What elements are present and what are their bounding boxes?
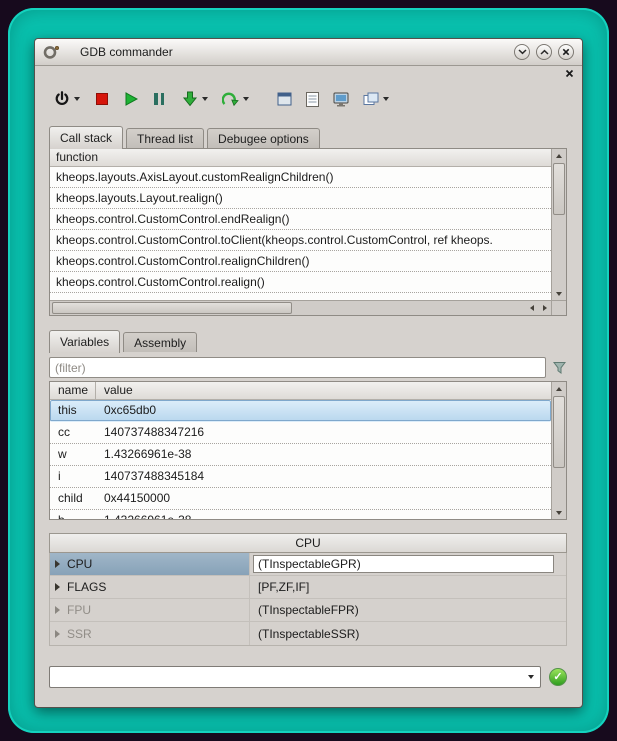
step-into-button[interactable]: [179, 87, 211, 111]
variable-row[interactable]: this 0xc65db0: [50, 400, 551, 422]
dock-close-button[interactable]: [563, 67, 576, 80]
expander-icon[interactable]: [55, 583, 60, 591]
variable-row[interactable]: w 1.43266961e-38: [50, 444, 551, 466]
combo-dropdown-button[interactable]: [522, 675, 540, 679]
callstack-column-header[interactable]: function: [50, 149, 551, 167]
expander-icon[interactable]: [55, 606, 60, 614]
tab-call-stack[interactable]: Call stack: [49, 126, 123, 149]
callstack-horizontal-scrollbar[interactable]: [50, 300, 551, 315]
titlebar: GDB commander: [35, 39, 582, 66]
variable-row[interactable]: child 0x44150000: [50, 488, 551, 510]
cpu-row[interactable]: FLAGS [PF,ZF,IF]: [50, 576, 566, 599]
step-over-dropdown-icon[interactable]: [243, 97, 249, 101]
dock-content: Call stack Thread list Debugee options f…: [35, 117, 582, 707]
variable-row[interactable]: cc 140737488347216: [50, 422, 551, 444]
cpu-row[interactable]: CPU (TInspectableGPR): [50, 553, 566, 576]
filter-input[interactable]: [49, 357, 546, 378]
callstack-row[interactable]: kheops.control.CustomControl.realign(): [50, 272, 551, 293]
variable-row[interactable]: b 1.43266961e-38: [50, 510, 551, 519]
minimize-button[interactable]: [514, 44, 530, 60]
variables-tabbar: Variables Assembly: [49, 330, 567, 352]
monitor-button[interactable]: [330, 87, 352, 111]
gdb-commander-window: GDB commander: [34, 38, 583, 708]
tab-assembly[interactable]: Assembly: [123, 332, 197, 352]
chevron-up-icon: [540, 49, 549, 55]
callstack-list: kheops.layouts.AxisLayout.customRealignC…: [50, 167, 551, 300]
step-into-icon: [182, 91, 198, 107]
variables-vertical-scrollbar[interactable]: [551, 382, 566, 519]
maximize-button[interactable]: [536, 44, 552, 60]
command-input[interactable]: [50, 668, 522, 686]
call-stack-panel: function kheops.layouts.AxisLayout.custo…: [49, 148, 567, 316]
run-icon: [124, 92, 138, 106]
callstack-row[interactable]: kheops.control.CustomControl.toClient(kh…: [50, 230, 551, 251]
tab-variables[interactable]: Variables: [49, 330, 120, 353]
scroll-up-button[interactable]: [552, 149, 566, 162]
scroll-right-button[interactable]: [538, 301, 551, 314]
window-title: GDB commander: [80, 45, 173, 59]
step-over-icon: [222, 92, 239, 107]
column-header-name[interactable]: name: [50, 382, 96, 399]
power-dropdown-icon[interactable]: [74, 97, 80, 101]
callstack-row[interactable]: kheops.control.CustomControl.realignChil…: [50, 251, 551, 272]
screenshot-frame: GDB commander: [8, 8, 609, 733]
stop-button[interactable]: [93, 87, 111, 111]
stop-icon: [96, 93, 108, 105]
chevron-down-icon: [528, 675, 534, 679]
frame-view-button[interactable]: [274, 87, 295, 111]
monitor-icon: [333, 92, 349, 107]
app-icon: [43, 44, 60, 60]
scroll-down-button[interactable]: [552, 287, 566, 300]
scroll-left-button[interactable]: [525, 301, 538, 314]
chevron-down-icon: [518, 49, 527, 55]
step-over-button[interactable]: [219, 87, 252, 111]
power-icon: [54, 91, 70, 107]
pause-icon: [154, 93, 164, 105]
power-button[interactable]: [51, 87, 83, 111]
variables-header: name value: [50, 382, 551, 400]
tab-debugee-options[interactable]: Debugee options: [207, 128, 320, 148]
hscroll-thumb[interactable]: [52, 302, 292, 314]
cpu-row[interactable]: FPU (TInspectableFPR): [50, 599, 566, 622]
callstack-row[interactable]: kheops.layouts.AxisLayout.customRealignC…: [50, 167, 551, 188]
vscroll-thumb[interactable]: [553, 396, 565, 468]
scrollbar-corner: [552, 300, 566, 315]
filter-icon[interactable]: [551, 361, 567, 374]
callstack-row[interactable]: kheops.control.CustomControl.endRealign(…: [50, 209, 551, 230]
callstack-tabbar: Call stack Thread list Debugee options: [49, 126, 567, 148]
windows-dropdown-icon[interactable]: [383, 97, 389, 101]
windows-button[interactable]: [360, 87, 392, 111]
execute-button[interactable]: ✓: [549, 668, 567, 686]
tab-thread-list[interactable]: Thread list: [126, 128, 204, 148]
dock-header: [35, 66, 582, 81]
step-into-dropdown-icon[interactable]: [202, 97, 208, 101]
windows-icon: [363, 92, 379, 106]
filter-row: [49, 357, 567, 378]
frame-view-icon: [277, 92, 292, 106]
close-button[interactable]: [558, 44, 574, 60]
cpu-value-field[interactable]: (TInspectableGPR): [253, 555, 554, 573]
debugger-toolbar: [35, 81, 582, 117]
dock-close-icon: [565, 69, 574, 78]
variable-row[interactable]: i 140737488345184: [50, 466, 551, 488]
scroll-down-button[interactable]: [552, 506, 566, 519]
column-header-value[interactable]: value: [96, 382, 551, 399]
expander-icon[interactable]: [55, 560, 60, 568]
close-icon: [562, 48, 570, 56]
command-row: ✓: [49, 666, 567, 688]
vscroll-thumb[interactable]: [553, 163, 565, 215]
scroll-up-button[interactable]: [552, 382, 566, 395]
run-button[interactable]: [121, 87, 141, 111]
pause-button[interactable]: [151, 87, 167, 111]
list-view-icon: [306, 92, 319, 107]
variables-panel: name value this 0xc65db0 cc 140737488347…: [49, 381, 567, 520]
callstack-row[interactable]: kheops.layouts.Layout.realign(): [50, 188, 551, 209]
cpu-inspector: CPU (TInspectableGPR) FLAGS [PF,ZF,IF]: [49, 553, 567, 646]
cpu-panel-header: CPU: [49, 533, 567, 553]
expander-icon[interactable]: [55, 630, 60, 638]
list-view-button[interactable]: [303, 87, 322, 111]
command-combobox[interactable]: [49, 666, 541, 688]
cpu-row[interactable]: SSR (TInspectableSSR): [50, 622, 566, 645]
callstack-vertical-scrollbar[interactable]: [551, 149, 566, 315]
